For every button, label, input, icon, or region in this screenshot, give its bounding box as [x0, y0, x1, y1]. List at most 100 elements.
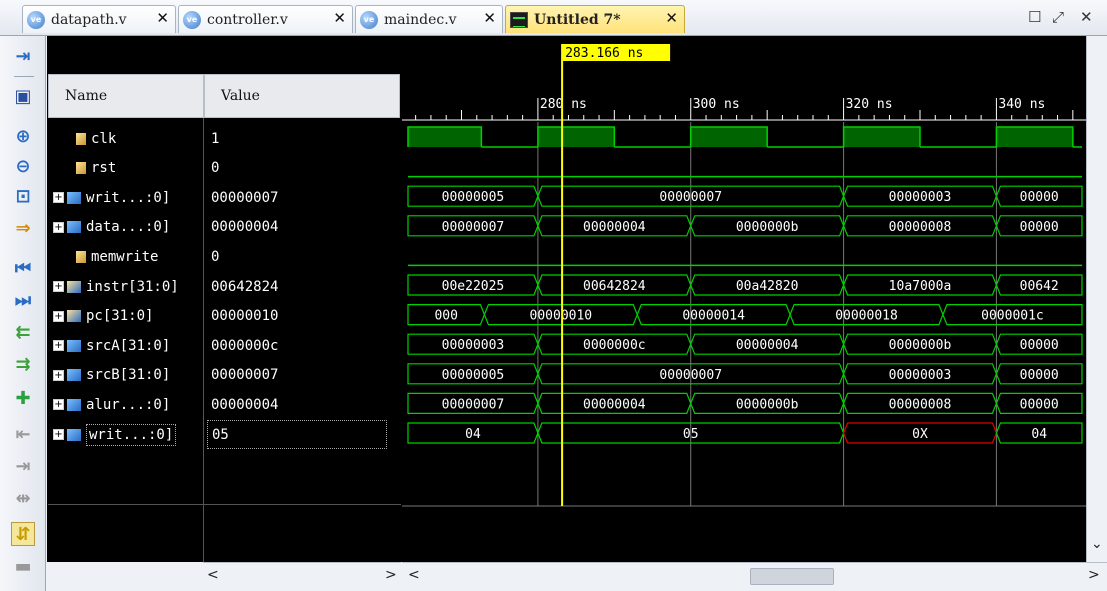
tab-maindec[interactable]: ve maindec.v ✕ — [355, 5, 503, 33]
signal-name-label: writ...:0] — [86, 423, 177, 446]
signal-name-label: data...:0] — [86, 219, 171, 236]
signal-name-label: pc[31:0] — [86, 308, 154, 325]
scroll-right-icon[interactable]: > — [385, 567, 397, 583]
bus-value-label: 00000007 — [442, 397, 505, 412]
signal-name[interactable]: rst — [48, 154, 204, 183]
expand-icon[interactable]: + — [53, 281, 64, 292]
bus-value-label: 00000005 — [442, 368, 505, 383]
expand-icon[interactable]: + — [53, 192, 64, 204]
tab-controller[interactable]: ve controller.v ✕ — [178, 5, 353, 33]
name-column-header[interactable]: Name — [48, 74, 204, 118]
signal-row[interactable]: + data...:0] 00000004 — [48, 213, 403, 242]
tab-label: datapath.v — [51, 11, 127, 28]
tab-untitled-7[interactable]: Untitled 7* ✕ — [505, 5, 685, 33]
scroll-left-icon[interactable]: < — [207, 567, 219, 583]
signal-name[interactable]: memwrite — [48, 242, 204, 271]
bus-value-label: 04 — [465, 427, 481, 442]
go-to-start-icon[interactable]: ⏮ — [11, 256, 35, 280]
expand-icon[interactable]: + — [53, 399, 64, 411]
signal-value: 0000000c — [211, 337, 279, 354]
bus-value-label: 10a7000a — [889, 279, 952, 294]
signal-name[interactable]: + writ...:0] — [48, 183, 204, 212]
swap-cursors-icon[interactable]: ⇹ — [11, 486, 35, 510]
tab-datapath[interactable]: ve datapath.v ✕ — [22, 5, 176, 33]
expand-icon[interactable]: + — [53, 429, 64, 440]
waveform-hscrollbar[interactable]: < > — [402, 562, 1107, 591]
signal-row[interactable]: + pc[31:0] 00000010 — [48, 302, 403, 331]
signal-value: 00000004 — [211, 396, 279, 413]
bus-value-label: 00a42820 — [736, 279, 799, 294]
signal-row[interactable]: + srcB[31:0] 00000007 — [48, 361, 403, 390]
signal-row[interactable]: + writ...:0] 00000007 — [48, 183, 403, 212]
signal-name[interactable]: + srcB[31:0] — [48, 361, 204, 390]
signal-bus-icon — [67, 221, 81, 234]
waveform-vscrollbar[interactable]: ⌄ — [1086, 36, 1107, 562]
next-transition-icon[interactable]: ⇉ — [11, 352, 35, 376]
signal-name[interactable]: + data...:0] — [48, 213, 204, 242]
expand-icon[interactable]: + — [53, 221, 64, 233]
close-icon[interactable]: ✕ — [483, 9, 496, 27]
signal-value: 05 — [207, 420, 387, 449]
bus-value-label: 04 — [1031, 427, 1047, 442]
expand-to-panel-icon[interactable]: ⇥ — [11, 44, 35, 68]
bus-value-label: 00000007 — [659, 368, 722, 383]
signal-row[interactable]: + alur...:0] 00000004 — [48, 390, 403, 419]
close-icon[interactable]: ✕ — [156, 9, 169, 27]
signal-row[interactable]: rst 0 — [48, 154, 403, 183]
float-icon[interactable]: ▬ — [11, 554, 35, 578]
bus-value-label: 00000010 — [530, 309, 593, 324]
bus-value-label: 05 — [683, 427, 699, 442]
signal-row[interactable]: + writ...:0] 05 — [48, 420, 403, 449]
signal-name[interactable]: + writ...:0] — [48, 420, 204, 449]
snap-to-transition-icon[interactable]: ⇵ — [11, 522, 35, 546]
close-icon[interactable]: ✕ — [665, 9, 678, 27]
hscroll-thumb[interactable] — [750, 568, 834, 585]
expand-icon[interactable]: + — [53, 369, 64, 381]
scroll-right-icon[interactable]: > — [1088, 567, 1100, 583]
signal-name[interactable]: + pc[31:0] — [48, 302, 204, 331]
bus-value-label: 0000000b — [736, 220, 799, 235]
signal-name-label: memwrite — [91, 248, 159, 265]
zoom-in-icon[interactable]: ⊕ — [11, 124, 35, 148]
vscroll-track[interactable] — [1091, 44, 1103, 544]
signal-name[interactable]: + alur...:0] — [48, 390, 204, 419]
signal-name-label: alur...:0] — [86, 396, 171, 413]
signal-name-label: srcB[31:0] — [86, 367, 171, 384]
zoom-out-icon[interactable]: ⊖ — [11, 154, 35, 178]
close-icon[interactable]: ✕ — [333, 9, 346, 27]
previous-transition-icon[interactable]: ⇇ — [11, 320, 35, 344]
previous-marker-icon[interactable]: ⇤ — [11, 422, 35, 446]
goto-cursor-icon[interactable]: ⇒ — [11, 216, 35, 240]
bus-value-label: 00000008 — [889, 397, 952, 412]
scroll-left-icon[interactable]: < — [408, 567, 420, 583]
signal-name[interactable]: + instr[31:0] — [48, 272, 204, 301]
next-marker-icon[interactable]: ⇥ — [11, 454, 35, 478]
signal-row[interactable]: memwrite 0 — [48, 242, 403, 271]
signal-row[interactable]: clk 1 — [48, 124, 403, 153]
signal-name[interactable]: + srcA[31:0] — [48, 331, 204, 360]
signal-name-label: clk — [91, 130, 117, 147]
expand-icon[interactable]: + — [53, 340, 64, 352]
clock-high-pulse — [996, 127, 1073, 147]
save-icon[interactable]: ▣ — [11, 84, 35, 108]
clock-high-pulse — [537, 127, 615, 147]
bus-value-label: 00000003 — [889, 368, 952, 383]
expand-icon[interactable]: + — [53, 310, 64, 322]
waveform-canvas[interactable]: 280 ns 300 ns 320 ns 340 ns 00000005 00000007… — [402, 36, 1086, 562]
scroll-down-icon[interactable]: ⌄ — [1091, 536, 1103, 552]
signal-row[interactable]: + instr[31:0] 00642824 — [48, 272, 403, 301]
close-window-icon[interactable]: ✕ — [1080, 8, 1093, 26]
maximize-icon[interactable]: ☐ — [1028, 8, 1041, 26]
signal-name[interactable]: clk — [48, 124, 204, 153]
zoom-fit-icon[interactable]: ⊡ — [11, 184, 35, 208]
signal-row[interactable]: + srcA[31:0] 0000000c — [48, 331, 403, 360]
value-hscrollbar[interactable]: < > — [203, 562, 401, 591]
restore-icon[interactable]: ⤢ — [1052, 8, 1064, 26]
add-marker-icon[interactable]: ✚ — [11, 386, 35, 410]
go-to-end-icon[interactable]: ⏭ — [11, 288, 35, 312]
signal-value: 00642824 — [211, 278, 279, 295]
signal-value: 1 — [211, 130, 220, 147]
value-column-header[interactable]: Value — [204, 74, 400, 118]
signal-name-label: rst — [91, 160, 117, 177]
bus-value-label: 00e22025 — [442, 279, 505, 294]
